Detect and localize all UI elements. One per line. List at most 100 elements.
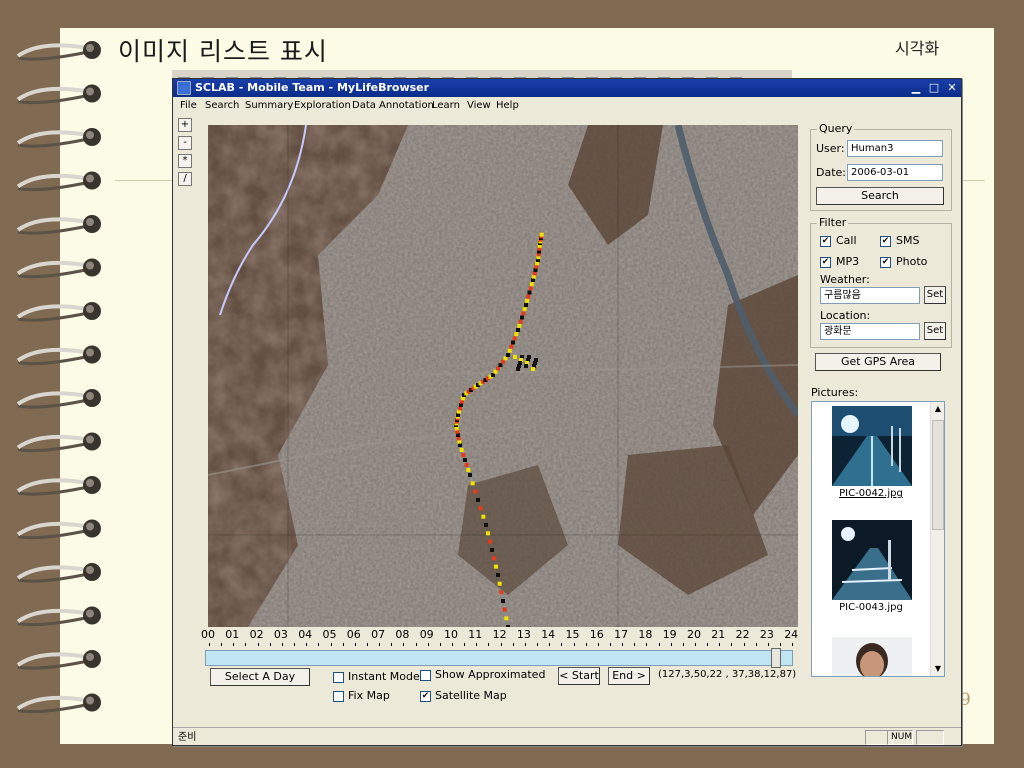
- picture-thumbnail[interactable]: [832, 637, 912, 677]
- gps-point: [481, 514, 486, 519]
- weather-field[interactable]: 구름많음: [820, 287, 920, 304]
- hour-tick: [743, 643, 745, 646]
- gps-point: [501, 599, 505, 603]
- scroll-thumb[interactable]: [932, 420, 944, 530]
- menu-help[interactable]: Help: [496, 97, 519, 115]
- fix-map-label: Fix Map: [348, 689, 390, 702]
- get-gps-area-button[interactable]: Get GPS Area: [815, 353, 941, 371]
- call-label: Call: [836, 234, 857, 247]
- picture-thumbnail[interactable]: [832, 406, 912, 486]
- binding-ring: [16, 41, 101, 61]
- hour-tick: [427, 643, 429, 646]
- sms-checkbox[interactable]: ✔: [880, 236, 891, 247]
- hour-tick: [403, 643, 405, 646]
- gps-point: [499, 590, 504, 595]
- satellite-map[interactable]: [208, 125, 798, 627]
- query-group: Query User: Human3 Date: 2006-03-01 Sear…: [810, 122, 952, 211]
- title-bar[interactable]: SCLAB - Mobile Team - MyLifeBrowser ▁ □ …: [173, 79, 961, 97]
- picture-caption[interactable]: PIC-0042.jpg: [812, 488, 930, 499]
- draw-tool[interactable]: /: [178, 172, 192, 186]
- menu-learn[interactable]: Learn: [432, 97, 460, 115]
- close-button[interactable]: ✕: [945, 81, 959, 95]
- binding-ring: [16, 171, 101, 192]
- menu-search[interactable]: Search: [205, 97, 239, 115]
- gps-point: [539, 232, 544, 237]
- location-set-button[interactable]: Set: [924, 322, 946, 340]
- maximize-button[interactable]: □: [927, 81, 941, 95]
- hour-label: 09: [419, 628, 434, 641]
- hour-tick: [366, 643, 368, 646]
- pictures-scrollbar[interactable]: ▲ ▼: [930, 402, 944, 676]
- pictures-list[interactable]: PIC-0042.jpg PIC-0043.jpg ▲ ▼: [811, 401, 945, 677]
- hour-tick: [500, 643, 502, 646]
- hour-label: 14: [541, 628, 556, 641]
- picture-caption[interactable]: PIC-0043.jpg: [812, 602, 930, 613]
- query-legend: Query: [817, 122, 855, 135]
- time-slider-thumb[interactable]: [771, 648, 782, 668]
- instant-mode-checkbox[interactable]: [333, 672, 344, 683]
- date-field[interactable]: 2006-03-01: [847, 164, 943, 181]
- menu-file[interactable]: File: [180, 97, 197, 115]
- hour-label: 06: [346, 628, 361, 641]
- hour-tick: [281, 643, 283, 646]
- search-button[interactable]: Search: [816, 187, 944, 205]
- start-button[interactable]: < Start: [558, 667, 600, 685]
- user-field[interactable]: Human3: [847, 140, 943, 157]
- binding-ring: [16, 563, 101, 583]
- hour-tick: [537, 643, 539, 646]
- gps-point: [466, 468, 471, 472]
- hour-tick: [719, 643, 721, 646]
- time-slider[interactable]: [205, 650, 793, 666]
- picture-thumbnail[interactable]: [832, 520, 912, 600]
- zoom-out-tool[interactable]: -: [178, 136, 192, 150]
- hour-label: 18: [638, 628, 653, 641]
- gps-point: [524, 364, 528, 368]
- location-field[interactable]: 광화문: [820, 323, 920, 340]
- menu-summary[interactable]: Summary: [245, 97, 293, 115]
- mp3-checkbox[interactable]: ✔: [820, 257, 831, 268]
- hour-tick: [330, 643, 332, 646]
- date-label: Date:: [816, 166, 846, 179]
- menu-data-annotation[interactable]: Data Annotation: [352, 97, 434, 115]
- gps-point: [488, 539, 492, 544]
- menu-exploration[interactable]: Exploration: [294, 97, 351, 115]
- photo-checkbox[interactable]: ✔: [880, 257, 891, 268]
- hour-tick: [476, 643, 478, 646]
- hour-label: 01: [225, 628, 240, 641]
- hour-label: 22: [735, 628, 750, 641]
- select-day-button[interactable]: Select A Day: [210, 668, 310, 686]
- hour-tick: [670, 643, 672, 646]
- hour-tick: [379, 643, 381, 646]
- menu-view[interactable]: View: [467, 97, 491, 115]
- gps-point: [492, 556, 496, 561]
- pictures-label: Pictures:: [811, 386, 859, 399]
- binding-ring: [16, 215, 101, 235]
- end-button[interactable]: End >: [608, 667, 650, 685]
- satellite-map-checkbox[interactable]: ✔: [420, 691, 431, 702]
- scroll-up-icon[interactable]: ▲: [933, 404, 943, 413]
- weather-set-button[interactable]: Set: [924, 286, 946, 304]
- hour-tick: [695, 643, 696, 646]
- zoom-in-tool[interactable]: +: [178, 118, 192, 132]
- minimize-button[interactable]: ▁: [909, 81, 923, 95]
- select-tool[interactable]: *: [178, 154, 192, 168]
- hour-label: 21: [711, 628, 726, 641]
- call-checkbox[interactable]: ✔: [820, 236, 831, 247]
- hour-tick: [245, 643, 247, 646]
- gps-point: [494, 564, 498, 569]
- scroll-down-icon[interactable]: ▼: [933, 664, 943, 673]
- hour-label: 23: [759, 628, 774, 641]
- hour-tick: [622, 643, 624, 646]
- weather-label: Weather:: [820, 273, 870, 286]
- binding-ring: [16, 84, 101, 105]
- gps-point: [504, 616, 509, 621]
- hour-tick: [634, 643, 636, 646]
- hour-tick: [415, 643, 417, 646]
- user-label: User:: [816, 142, 845, 155]
- fix-map-checkbox[interactable]: [333, 691, 344, 702]
- show-approximated-checkbox[interactable]: [420, 670, 431, 681]
- menu-bar: File Search Summary Exploration Data Ann…: [173, 97, 961, 115]
- gps-point: [518, 319, 523, 324]
- slide-section-tag: 시각화: [895, 39, 940, 58]
- gps-point: [473, 489, 478, 494]
